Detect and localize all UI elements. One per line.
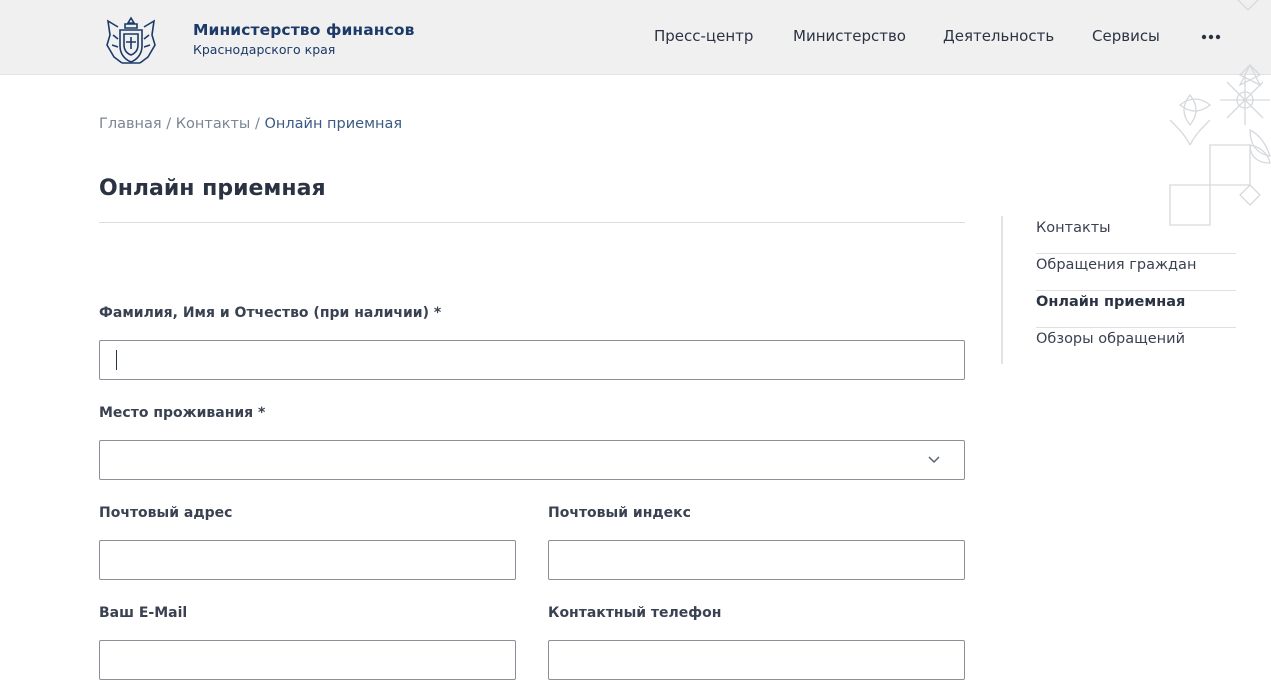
nav-ministry[interactable]: Министерство <box>793 27 906 45</box>
page-title: Онлайн приемная <box>99 176 326 201</box>
breadcrumb-contacts[interactable]: Контакты <box>176 116 251 132</box>
site-header: Министерство финансов Краснодарского кра… <box>0 0 1271 75</box>
sidebar-item-appeal-reviews[interactable]: Обзоры обращений <box>1036 328 1236 365</box>
nav-services[interactable]: Сервисы <box>1092 27 1160 45</box>
postal-index-label: Почтовый индекс <box>548 505 691 521</box>
text-cursor <box>116 350 117 370</box>
title-divider <box>99 222 965 223</box>
email-label: Ваш E-Mail <box>99 605 188 621</box>
email-input[interactable] <box>99 640 516 680</box>
breadcrumb-current: Онлайн приемная <box>264 116 403 132</box>
fio-input[interactable] <box>99 340 965 380</box>
sidebar-nav: Контакты Обращения граждан Онлайн приемн… <box>1001 216 1237 364</box>
breadcrumb-home[interactable]: Главная <box>99 116 162 132</box>
chevron-down-icon[interactable] <box>927 454 941 464</box>
sidebar-item-online-reception[interactable]: Онлайн приемная <box>1036 291 1236 328</box>
brand-title[interactable]: Министерство финансов <box>193 21 415 39</box>
fio-label: Фамилия, Имя и Отчество (при наличии) * <box>99 305 442 321</box>
nav-press-center[interactable]: Пресс-центр <box>654 27 753 45</box>
breadcrumb-separator: / <box>255 116 260 132</box>
breadcrumb: Главная / Контакты / Онлайн приемная <box>99 116 402 132</box>
postal-address-input[interactable] <box>99 540 516 580</box>
residence-label: Место проживания * <box>99 405 266 421</box>
phone-input[interactable] <box>548 640 965 680</box>
decorative-ornament <box>1169 0 1271 226</box>
nav-activity[interactable]: Деятельность <box>943 27 1054 45</box>
sidebar-item-citizen-appeals[interactable]: Обращения граждан <box>1036 254 1236 291</box>
coat-of-arms-logo[interactable] <box>104 15 158 67</box>
postal-address-label: Почтовый адрес <box>99 505 233 521</box>
sidebar-item-contacts[interactable]: Контакты <box>1036 217 1236 254</box>
residence-select[interactable] <box>99 440 965 480</box>
brand-subtitle[interactable]: Краснодарского края <box>193 42 335 57</box>
postal-index-input[interactable] <box>548 540 965 580</box>
breadcrumb-separator: / <box>166 116 172 132</box>
phone-label: Контактный телефон <box>548 605 722 621</box>
